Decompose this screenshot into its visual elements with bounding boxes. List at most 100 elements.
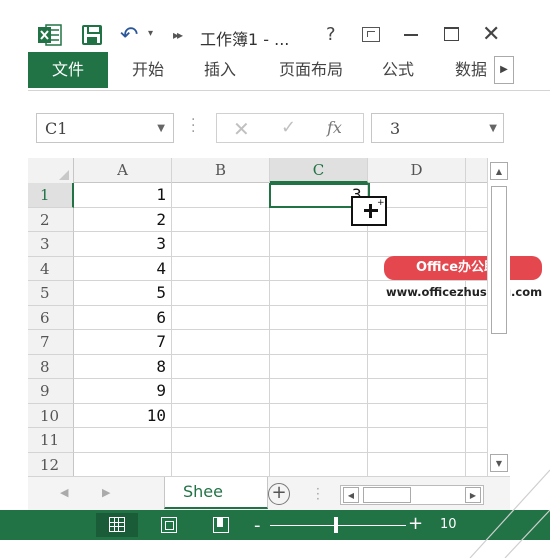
add-sheet-icon[interactable]: +	[268, 483, 290, 505]
cell[interactable]	[172, 256, 270, 281]
page-layout-view-button[interactable]	[148, 513, 190, 537]
tab-formulas[interactable]: 公式	[368, 52, 428, 88]
save-icon[interactable]	[82, 25, 102, 45]
minimize-icon[interactable]	[404, 34, 418, 36]
cell[interactable]	[172, 232, 270, 257]
tab-home[interactable]: 开始	[118, 52, 178, 88]
cell[interactable]	[172, 305, 270, 330]
cell[interactable]	[172, 354, 270, 379]
column-header-b[interactable]: B	[172, 158, 270, 183]
name-box[interactable]: C1 ▼	[36, 113, 174, 143]
cell[interactable]	[172, 330, 270, 355]
ribbon-scroll-right-icon[interactable]: ▶	[494, 56, 514, 84]
column-header-c[interactable]: C	[270, 158, 368, 183]
cell[interactable]	[368, 232, 466, 257]
cell[interactable]: 4	[74, 256, 172, 281]
cell[interactable]: 10	[74, 403, 172, 428]
cell[interactable]	[270, 452, 368, 476]
zoom-slider-thumb[interactable]	[334, 517, 338, 533]
zoom-slider-track[interactable]	[270, 525, 406, 526]
vertical-scrollbar[interactable]: ▲ ▼	[487, 158, 510, 476]
normal-view-button[interactable]	[96, 513, 138, 537]
cell[interactable]	[368, 428, 466, 453]
cell[interactable]	[368, 305, 466, 330]
help-icon[interactable]: ?	[326, 24, 336, 45]
row-header[interactable]: 5	[28, 281, 74, 306]
row-header[interactable]: 6	[28, 305, 74, 330]
cell[interactable]	[172, 183, 270, 208]
cell[interactable]: 3	[74, 232, 172, 257]
row-header[interactable]: 12	[28, 452, 74, 476]
zoom-level[interactable]: 10	[440, 517, 457, 532]
cell[interactable]	[172, 428, 270, 453]
column-header-d[interactable]: D	[368, 158, 466, 183]
cell[interactable]	[172, 452, 270, 476]
tab-insert[interactable]: 插入	[190, 52, 250, 88]
cell[interactable]	[270, 354, 368, 379]
cell[interactable]	[270, 305, 368, 330]
page-break-view-button[interactable]	[200, 513, 242, 537]
insert-function-icon[interactable]: fx	[327, 118, 342, 137]
chevron-down-icon[interactable]: ▼	[157, 123, 165, 134]
tab-file[interactable]: 文件	[28, 52, 108, 88]
select-all-corner[interactable]	[28, 158, 74, 183]
undo-dropdown-icon[interactable]: ▾	[148, 28, 153, 39]
cell[interactable]	[74, 452, 172, 476]
cell[interactable]: 8	[74, 354, 172, 379]
formula-input[interactable]: 3 ▼	[371, 113, 504, 143]
cell[interactable]	[172, 403, 270, 428]
cell[interactable]: 9	[74, 379, 172, 404]
cell[interactable]: 1	[74, 183, 172, 208]
horizontal-scroll-thumb[interactable]	[363, 487, 411, 503]
cell[interactable]	[172, 207, 270, 232]
close-icon[interactable]: ✕	[482, 22, 500, 47]
cell[interactable]	[74, 428, 172, 453]
scroll-right-icon[interactable]: ▶	[465, 487, 481, 503]
scroll-left-icon[interactable]: ◀	[343, 487, 359, 503]
cell[interactable]	[270, 403, 368, 428]
row-header[interactable]: 7	[28, 330, 74, 355]
previous-sheet-icon[interactable]: ◀	[60, 486, 68, 499]
cell[interactable]	[270, 232, 368, 257]
sheet-bar-grip-icon[interactable]: · · ·	[316, 483, 320, 505]
scroll-down-icon[interactable]: ▼	[490, 454, 508, 472]
cell[interactable]: 6	[74, 305, 172, 330]
zoom-in-icon[interactable]: +	[408, 513, 423, 534]
column-header-a[interactable]: A	[74, 158, 172, 183]
formula-bar-grip-icon[interactable]: · · ·	[191, 113, 195, 139]
cell[interactable]	[270, 281, 368, 306]
row-header[interactable]: 8	[28, 354, 74, 379]
maximize-icon[interactable]	[444, 27, 459, 41]
worksheet-grid[interactable]: A B C D 1 1 2 2 3 3 4 4 5 5 6 6 7 7 8 8 9 9 10 10 11 12 3 +	[28, 158, 510, 476]
cell[interactable]	[270, 428, 368, 453]
undo-icon[interactable]: ↶	[120, 23, 138, 48]
next-sheet-icon[interactable]: ▶	[102, 486, 110, 499]
vertical-scroll-thumb[interactable]	[491, 186, 507, 334]
row-header[interactable]: 3	[28, 232, 74, 257]
expand-formula-bar-icon[interactable]: ▼	[489, 123, 497, 134]
cell[interactable]	[368, 330, 466, 355]
cell[interactable]	[368, 379, 466, 404]
cell[interactable]: 2	[74, 207, 172, 232]
enter-icon[interactable]: ✓	[281, 117, 296, 138]
row-header[interactable]: 11	[28, 428, 74, 453]
cell[interactable]	[172, 379, 270, 404]
zoom-out-icon[interactable]: -	[254, 515, 261, 536]
cell[interactable]	[270, 379, 368, 404]
cell[interactable]	[172, 281, 270, 306]
row-header[interactable]: 9	[28, 379, 74, 404]
ribbon-display-options-icon[interactable]	[362, 27, 380, 42]
scroll-up-icon[interactable]: ▲	[490, 162, 508, 180]
cell[interactable]: 5	[74, 281, 172, 306]
cell[interactable]	[368, 452, 466, 476]
horizontal-scrollbar[interactable]: ◀ ▶	[340, 485, 484, 505]
cell[interactable]	[270, 330, 368, 355]
row-header[interactable]: 1	[28, 183, 74, 208]
sheet-tab-active[interactable]: Shee	[164, 477, 268, 509]
cell[interactable]	[368, 403, 466, 428]
cell[interactable]: 7	[74, 330, 172, 355]
row-header[interactable]: 4	[28, 256, 74, 281]
customize-quick-access-icon[interactable]: ▸▸	[173, 28, 183, 42]
tab-data[interactable]: 数据	[446, 52, 496, 88]
row-header[interactable]: 2	[28, 207, 74, 232]
